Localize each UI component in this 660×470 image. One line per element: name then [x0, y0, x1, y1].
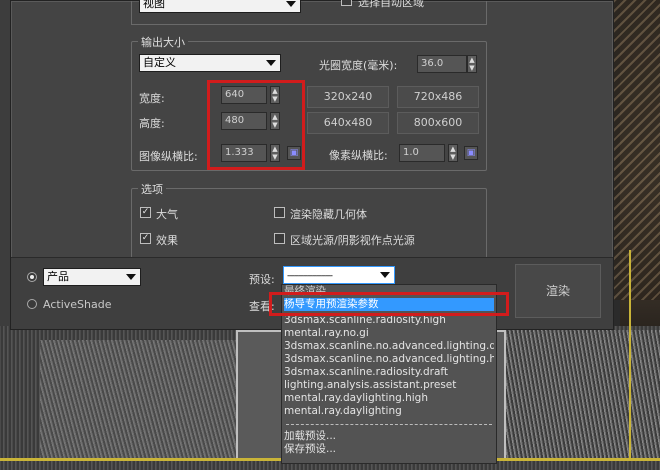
image-aspect-label: 图像纵横比:	[139, 150, 198, 163]
output-size-title: 输出大小	[138, 34, 188, 50]
aperture-width-value: 36.0	[421, 58, 444, 69]
pixel-aspect-label: 像素纵横比:	[329, 149, 388, 162]
render-hidden-geometry-label: 渲染隐藏几何体	[290, 208, 367, 221]
annotation-highlight-box-dropdown	[269, 292, 509, 316]
render-mode-value: 产品	[47, 270, 69, 283]
preset-value: --------------------	[287, 271, 333, 281]
output-size-preset-select[interactable]: 自定义	[139, 54, 281, 72]
top-group-frame	[131, 1, 487, 25]
effects-checkbox[interactable]: ✓	[140, 233, 151, 244]
output-preset-value: 自定义	[143, 56, 176, 69]
annotation-highlight-box	[207, 80, 305, 170]
size-button-320x240[interactable]: 320x240	[307, 86, 389, 108]
activeshade-radio[interactable]	[27, 299, 37, 309]
dropdown-item[interactable]: lighting.analysis.assistant.preset	[284, 379, 494, 392]
dropdown-separator	[286, 424, 492, 425]
viewport-carpet	[40, 340, 240, 458]
dropdown-item[interactable]: mental.ray.daylighting.high	[284, 392, 494, 405]
size-button-640x480[interactable]: 640x480	[307, 112, 389, 134]
pixel-aspect-field[interactable]: 1.0	[399, 144, 445, 162]
dropdown-load-preset[interactable]: 加载预设...	[284, 430, 494, 443]
dropdown-item[interactable]: 3dsmax.scanline.radiosity.draft	[284, 366, 494, 379]
aperture-width-field[interactable]: 36.0	[417, 55, 467, 73]
viewport-carpet-right	[500, 330, 660, 460]
render-button[interactable]: 渲染	[515, 264, 601, 318]
width-label: 宽度:	[139, 92, 165, 105]
viewport-background-left	[0, 0, 10, 330]
render-mode-select[interactable]: 产品	[43, 268, 141, 286]
size-button-720x486[interactable]: 720x486	[397, 86, 479, 108]
pixel-aspect-value: 1.0	[403, 147, 419, 158]
production-radio[interactable]	[27, 272, 37, 282]
dropdown-save-preset[interactable]: 保存预设...	[284, 443, 494, 456]
render-hidden-geometry-checkbox[interactable]	[274, 207, 285, 218]
chevron-down-icon	[380, 272, 390, 278]
dropdown-item[interactable]: 3dsmax.scanline.no.advanced.lighting.dra…	[284, 340, 494, 353]
dropdown-item[interactable]: mental.ray.no.gi	[284, 327, 494, 340]
aperture-spinner-arrows[interactable]: ▲ ▼	[467, 55, 477, 73]
size-button-800x600[interactable]: 800x600	[397, 112, 479, 134]
preset-label: 预设:	[249, 273, 275, 286]
area-lights-checkbox[interactable]	[274, 233, 285, 244]
atmosphere-checkbox[interactable]: ✓	[140, 207, 151, 218]
chevron-down-icon	[126, 274, 136, 280]
pixel-aspect-spinner-arrows[interactable]: ▲ ▼	[448, 144, 458, 162]
viewport-border-vertical	[629, 250, 631, 460]
effects-label: 效果	[156, 234, 178, 247]
height-label: 高度:	[139, 117, 165, 130]
pixel-aspect-lock-icon[interactable]: ▣	[464, 146, 478, 160]
atmosphere-label: 大气	[156, 208, 178, 221]
activeshade-label: ActiveShade	[43, 298, 112, 311]
options-title: 选项	[138, 181, 166, 197]
dropdown-item[interactable]: 3dsmax.scanline.no.advanced.lighting.hig…	[284, 353, 494, 366]
dropdown-item[interactable]: mental.ray.daylighting	[284, 405, 494, 418]
preset-select[interactable]: --------------------	[283, 266, 395, 284]
chevron-down-icon	[266, 60, 276, 66]
area-lights-label: 区域光源/阴影视作点光源	[290, 234, 415, 247]
render-setup-dialog: 视图 选择自动区域 输出大小 自定义 光圈宽度(毫米): 36.0 ▲ ▼ 宽度:…	[10, 0, 614, 330]
viewport-striped-texture	[614, 0, 660, 300]
aperture-width-label: 光圈宽度(毫米):	[319, 59, 398, 72]
